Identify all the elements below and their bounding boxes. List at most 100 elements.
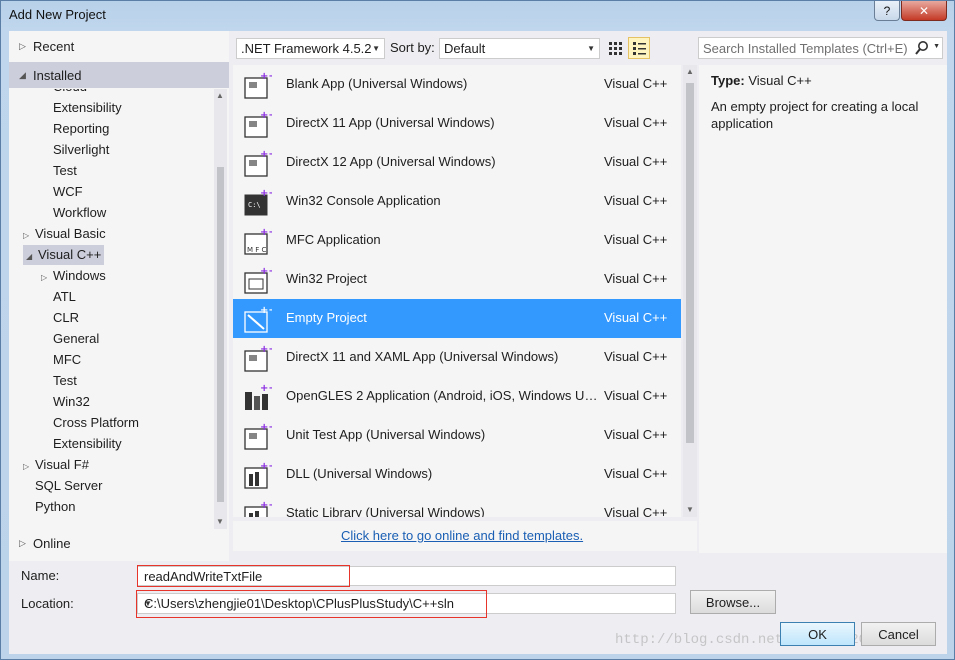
recent-label: Recent xyxy=(33,38,75,54)
chevron-down-icon: ▼ xyxy=(372,44,380,53)
cancel-label: Cancel xyxy=(878,626,919,642)
tree-item-label: Cross Platform xyxy=(53,415,139,430)
tree-item[interactable]: WCF xyxy=(41,182,83,202)
scroll-down-icon[interactable]: ▼ xyxy=(686,505,694,514)
tree-item[interactable]: Test xyxy=(41,371,77,391)
type-value: Visual C++ xyxy=(748,73,812,88)
tree-item[interactable]: Workflow xyxy=(41,203,106,223)
svg-text:++: ++ xyxy=(260,422,272,433)
medium-icons-view-button[interactable] xyxy=(628,37,650,59)
template-name: Win32 Console Application xyxy=(286,193,441,208)
template-row[interactable]: ++ DirectX 12 App (Universal Windows) Visu… xyxy=(233,143,681,182)
search-box[interactable]: ▼ xyxy=(698,37,943,59)
template-language: Visual C++ xyxy=(604,115,668,130)
expand-arrow-icon[interactable]: ▷ xyxy=(41,268,53,288)
category-tree-scrollbar[interactable]: ▲ ▼ xyxy=(214,89,227,529)
tree-item-label: SQL Server xyxy=(35,478,103,493)
directx-app-icon: ++ xyxy=(242,343,277,373)
find-online-templates-link[interactable]: Click here to go online and find templat… xyxy=(341,528,583,543)
template-row[interactable]: ++ Static Library (Universal Windows) Visu… xyxy=(233,494,681,517)
tree-item-label: ATL xyxy=(53,289,76,304)
template-row[interactable]: M F C ++ MFC Application Visual C++ xyxy=(233,221,681,260)
tree-item[interactable]: Cross Platform xyxy=(41,413,139,433)
tree-item-label: Workflow xyxy=(53,205,107,220)
template-row[interactable]: ++ Win32 Project Visual C++ xyxy=(233,260,681,299)
tree-item[interactable]: Win32 xyxy=(41,392,90,412)
name-label: Name: xyxy=(21,568,60,583)
framework-dropdown[interactable]: .NET Framework 4.5.2 ▼ xyxy=(236,38,385,59)
tree-item[interactable]: SQL Server xyxy=(23,476,102,496)
browse-label: Browse... xyxy=(705,594,761,610)
tree-item[interactable]: Extensibility xyxy=(41,98,122,118)
list-view-icon xyxy=(633,42,646,55)
expand-arrow-icon[interactable]: ▷ xyxy=(23,226,35,246)
template-row[interactable]: ++ DLL (Universal Windows) Visual C++ xyxy=(233,455,681,494)
expand-arrow-icon[interactable]: ◢ xyxy=(26,247,38,267)
empty-project-icon: ++ xyxy=(242,304,277,334)
cancel-button[interactable]: Cancel xyxy=(861,622,936,646)
template-name: DirectX 11 and XAML App (Universal Windo… xyxy=(286,349,559,364)
tree-item-label: WCF xyxy=(53,184,83,199)
expand-arrow-icon: ▷ xyxy=(19,40,26,51)
help-button[interactable]: ? xyxy=(874,1,900,21)
template-row[interactable]: ++ Blank App (Universal Windows) Visual C+… xyxy=(233,65,681,104)
expand-arrow-icon[interactable]: ▷ xyxy=(23,457,35,477)
recent-section[interactable]: ▷ Recent xyxy=(9,33,229,59)
template-row[interactable]: ++ OpenGLES 2 Application (Android, iOS, … xyxy=(233,377,681,416)
template-row[interactable]: ++ DirectX 11 App (Universal Windows) Visu… xyxy=(233,104,681,143)
installed-label: Installed xyxy=(33,67,82,83)
tree-item[interactable]: Cloud xyxy=(41,89,87,97)
tree-item[interactable]: ATL xyxy=(41,287,76,307)
chevron-down-icon: ▼ xyxy=(587,44,595,53)
tree-item-label: General xyxy=(53,331,100,346)
tree-item[interactable]: ▷ Visual F# xyxy=(23,455,89,475)
opengles-app-icon: ++ xyxy=(242,382,277,412)
template-name: DirectX 12 App (Universal Windows) xyxy=(286,154,496,169)
tree-item[interactable]: ▷ Visual Basic xyxy=(23,224,106,244)
tree-item[interactable]: Test xyxy=(41,161,77,181)
search-icon[interactable] xyxy=(914,40,930,56)
browse-button[interactable]: Browse... xyxy=(690,590,776,614)
template-name: OpenGLES 2 Application (Android, iOS, Wi… xyxy=(286,388,602,403)
template-language: Visual C++ xyxy=(604,76,668,91)
tree-item-label: Test xyxy=(53,163,77,178)
title-bar: Add New Project ? ✕ xyxy=(1,1,954,29)
tree-item[interactable]: Silverlight xyxy=(41,140,109,160)
tree-item[interactable]: Extensibility xyxy=(41,434,122,454)
tree-item[interactable]: ▷ Windows xyxy=(41,266,106,286)
category-tree: Cloud Extensibility Reporting Silverlight Te… xyxy=(9,89,213,529)
online-section[interactable]: ▷ Online xyxy=(9,530,229,556)
scrollbar-thumb[interactable] xyxy=(217,167,224,502)
template-list-scrollbar[interactable]: ▲ ▼ xyxy=(683,65,697,517)
template-name: Win32 Project xyxy=(286,271,367,286)
tree-item[interactable]: Reporting xyxy=(41,119,109,139)
tree-item[interactable]: CLR xyxy=(41,308,79,328)
collapse-arrow-icon: ◢ xyxy=(19,69,26,80)
search-input[interactable] xyxy=(703,40,908,56)
dialog-body: ▷ Recent ◢ Installed Cloud Extensibility R… xyxy=(9,31,947,654)
installed-section[interactable]: ◢ Installed xyxy=(9,62,229,88)
scrollbar-thumb[interactable] xyxy=(686,83,694,443)
small-icons-view-button[interactable] xyxy=(604,37,626,59)
close-button[interactable]: ✕ xyxy=(901,1,947,21)
scroll-down-icon[interactable]: ▼ xyxy=(216,517,224,526)
template-list: ++ Blank App (Universal Windows) Visual C+… xyxy=(233,65,681,517)
scroll-up-icon[interactable]: ▲ xyxy=(686,67,694,76)
template-row[interactable]: ++ Empty Project Visual C++ xyxy=(233,299,681,338)
ok-button[interactable]: OK xyxy=(780,622,855,646)
template-row[interactable]: ++ Unit Test App (Universal Windows) Visua… xyxy=(233,416,681,455)
tree-item[interactable]: Python xyxy=(23,497,75,517)
tree-item[interactable]: MFC xyxy=(41,350,81,370)
tree-item-label: Windows xyxy=(53,268,106,283)
scroll-up-icon[interactable]: ▲ xyxy=(216,91,224,100)
framework-value: .NET Framework 4.5.2 xyxy=(241,41,372,56)
template-row[interactable]: C:\ ++ Win32 Console Application Visual C++ xyxy=(233,182,681,221)
svg-text:++: ++ xyxy=(260,149,272,160)
type-label: Type: xyxy=(711,73,745,88)
tree-item[interactable]: General xyxy=(41,329,99,349)
template-row[interactable]: ++ DirectX 11 and XAML App (Universal Win… xyxy=(233,338,681,377)
sort-dropdown[interactable]: Default ▼ xyxy=(439,38,600,59)
search-options-chevron-icon[interactable]: ▼ xyxy=(933,43,940,50)
win32-project-icon: ++ xyxy=(242,265,277,295)
tree-item[interactable]: ◢ Visual C++ xyxy=(23,245,105,267)
